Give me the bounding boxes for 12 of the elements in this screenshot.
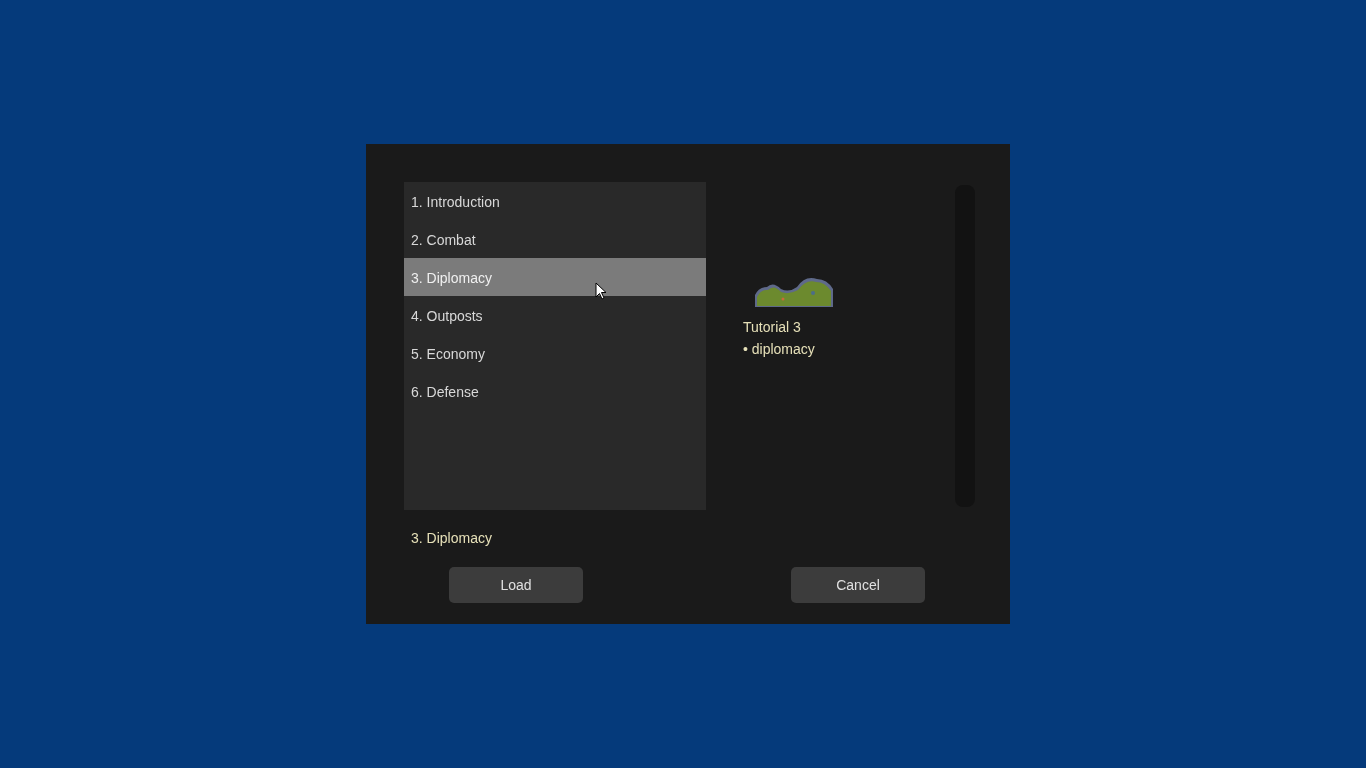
selected-tutorial-label: 3. Diplomacy: [411, 530, 492, 546]
tutorial-list-item[interactable]: 3. Diplomacy: [404, 258, 706, 296]
tutorial-list-item[interactable]: 5. Economy: [404, 334, 706, 372]
mouse-cursor-icon: [595, 282, 607, 300]
preview-bullet: • diplomacy: [743, 340, 815, 359]
tutorial-list-item[interactable]: 4. Outposts: [404, 296, 706, 334]
tutorial-list-item[interactable]: 1. Introduction: [404, 182, 706, 220]
tutorial-list-item[interactable]: 2. Combat: [404, 220, 706, 258]
tutorial-list-item[interactable]: 6. Defense: [404, 372, 706, 410]
cancel-button[interactable]: Cancel: [791, 567, 925, 603]
load-button[interactable]: Load: [449, 567, 583, 603]
preview-title: Tutorial 3: [743, 318, 801, 337]
